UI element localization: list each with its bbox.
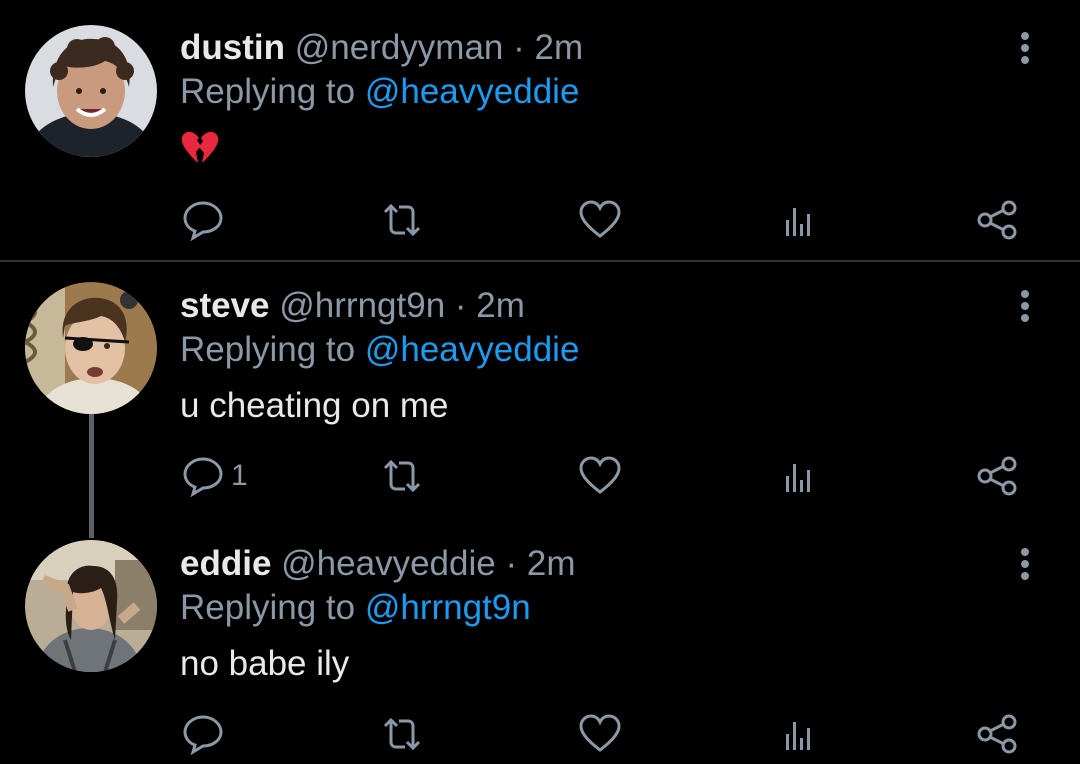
- share-button[interactable]: [975, 198, 1019, 242]
- reply-count: 1: [231, 459, 248, 492]
- analytics-icon: [786, 722, 810, 750]
- retweet-button[interactable]: [380, 454, 424, 498]
- avatar[interactable]: [25, 25, 157, 157]
- retweet-icon: [383, 459, 421, 493]
- reply-button[interactable]: [181, 712, 225, 756]
- replying-to-mention[interactable]: @heavyeddie: [365, 72, 580, 111]
- replying-to-line: Replying to @heavyeddie: [180, 72, 579, 112]
- tweet-text: no babe ily: [180, 644, 350, 683]
- reply-button[interactable]: 1: [181, 454, 261, 498]
- analytics-icon: [786, 464, 810, 492]
- timestamp[interactable]: 2m: [476, 286, 525, 325]
- tweet-eddie[interactable]: eddie @heavyeddie · 2m Replying to @hrrn…: [0, 532, 1080, 764]
- user-handle[interactable]: @hrrngt9n: [279, 286, 445, 325]
- reply-button[interactable]: [181, 198, 225, 242]
- avatar[interactable]: [25, 282, 157, 414]
- analytics-button[interactable]: [780, 198, 816, 242]
- reply-icon: [183, 715, 223, 756]
- replying-to-prefix: Replying to: [180, 72, 356, 111]
- action-bar: [0, 712, 1080, 756]
- replying-to-prefix: Replying to: [180, 588, 356, 627]
- more-vertical-icon[interactable]: [1015, 546, 1035, 582]
- tweet-text: u cheating on me: [180, 386, 449, 425]
- timestamp[interactable]: 2m: [527, 544, 576, 583]
- retweet-button[interactable]: [380, 198, 424, 242]
- separator-dot: ·: [513, 28, 525, 67]
- like-button[interactable]: [578, 454, 622, 498]
- heart-icon: [579, 456, 621, 494]
- thread-connector-line: [89, 414, 94, 538]
- user-handle[interactable]: @heavyeddie: [281, 544, 496, 583]
- heart-icon: [579, 200, 621, 238]
- action-bar: 1: [0, 454, 1080, 498]
- tweet-steve[interactable]: steve @hrrngt9n · 2m Replying to @heavye…: [0, 262, 1080, 532]
- share-icon: [977, 714, 1017, 754]
- tweet-header: eddie @heavyeddie · 2m: [180, 544, 575, 584]
- display-name[interactable]: dustin: [180, 28, 285, 67]
- more-vertical-icon[interactable]: [1015, 30, 1035, 66]
- tweet-header: steve @hrrngt9n · 2m: [180, 286, 525, 326]
- separator-dot: ·: [454, 286, 467, 325]
- user-handle[interactable]: @nerdyyman: [295, 28, 504, 67]
- separator-dot: ·: [505, 544, 518, 583]
- action-bar: [0, 198, 1080, 242]
- replying-to-line: Replying to @hrrngt9n: [180, 588, 531, 628]
- broken-heart-icon: [180, 130, 220, 166]
- heart-icon: [579, 714, 621, 752]
- reply-icon: [183, 201, 223, 242]
- avatar[interactable]: [25, 540, 157, 672]
- share-icon: [977, 200, 1017, 240]
- like-button[interactable]: [578, 712, 622, 756]
- retweet-icon: [383, 717, 421, 751]
- retweet-button[interactable]: [380, 712, 424, 756]
- reply-icon: [183, 457, 223, 498]
- share-button[interactable]: [975, 454, 1019, 498]
- analytics-button[interactable]: [780, 454, 816, 498]
- timestamp[interactable]: 2m: [535, 28, 584, 67]
- replying-to-mention[interactable]: @heavyeddie: [365, 330, 580, 369]
- tweet-header: dustin @nerdyyman · 2m: [180, 28, 583, 68]
- display-name[interactable]: steve: [180, 286, 270, 325]
- share-button[interactable]: [975, 712, 1019, 756]
- replying-to-mention[interactable]: @hrrngt9n: [365, 588, 531, 627]
- share-icon: [977, 456, 1017, 496]
- tweet-dustin[interactable]: dustin @nerdyyman · 2m Replying to @heav…: [0, 0, 1080, 260]
- like-button[interactable]: [578, 198, 622, 242]
- analytics-icon: [786, 208, 810, 236]
- replying-to-prefix: Replying to: [180, 330, 356, 369]
- display-name[interactable]: eddie: [180, 544, 271, 583]
- replying-to-line: Replying to @heavyeddie: [180, 330, 579, 370]
- more-vertical-icon[interactable]: [1015, 288, 1035, 324]
- analytics-button[interactable]: [780, 712, 816, 756]
- retweet-icon: [383, 203, 421, 237]
